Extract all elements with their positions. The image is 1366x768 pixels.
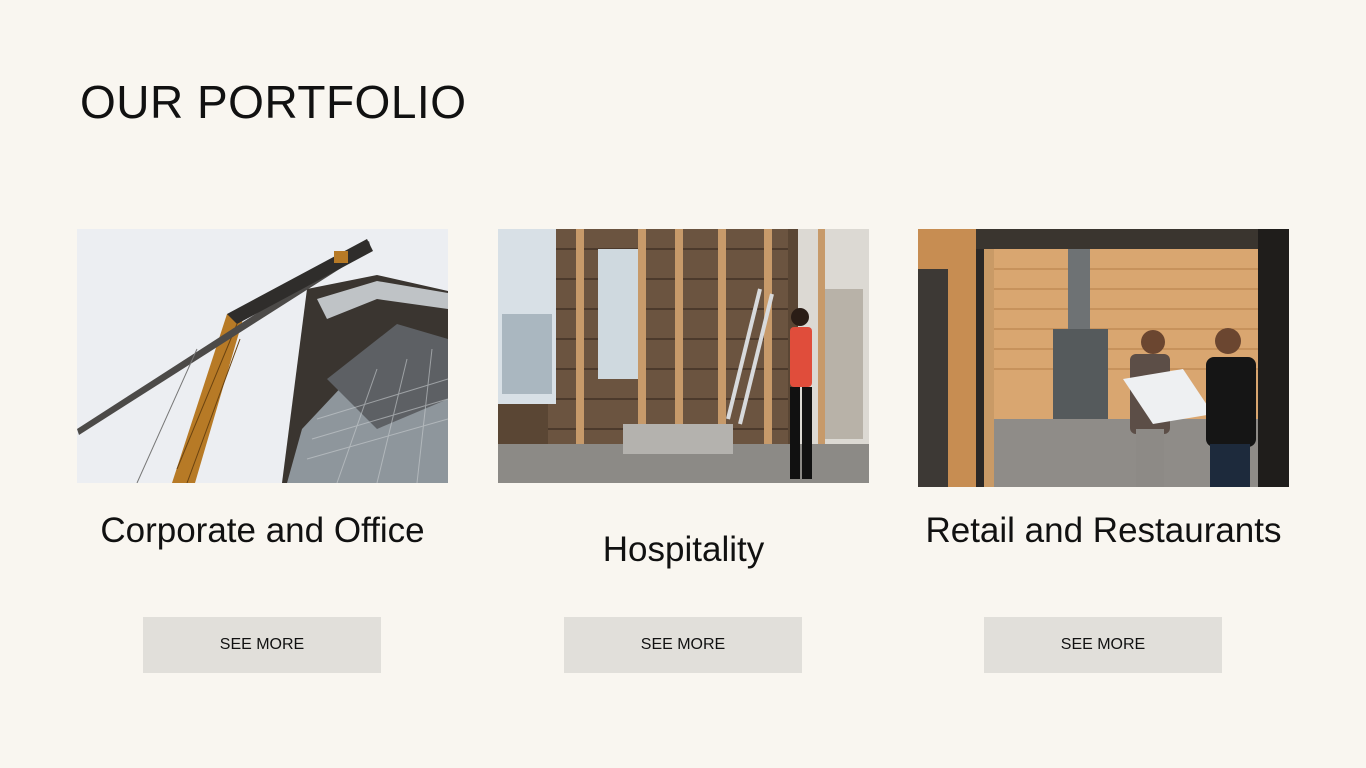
see-more-button-corporate[interactable]: SEE MORE: [143, 617, 381, 673]
crane-and-building-photo: [77, 229, 448, 483]
card-title: Hospitality: [602, 530, 765, 569]
see-more-button-hospitality[interactable]: SEE MORE: [564, 617, 802, 673]
gutted-interior-renovation-photo: [498, 229, 869, 483]
page-title: OUR PORTFOLIO: [80, 76, 467, 128]
see-more-button-retail[interactable]: SEE MORE: [984, 617, 1222, 673]
portfolio-card-hospitality: Hospitality SEE MORE: [498, 229, 869, 673]
card-title: Corporate and Office: [100, 511, 425, 550]
portfolio-card-corporate: Corporate and Office SEE MORE: [77, 229, 448, 673]
card-title: Retail and Restaurants: [925, 511, 1282, 550]
two-workers-reviewing-plans-photo: [918, 229, 1289, 487]
portfolio-card-retail: Retail and Restaurants SEE MORE: [918, 229, 1289, 673]
